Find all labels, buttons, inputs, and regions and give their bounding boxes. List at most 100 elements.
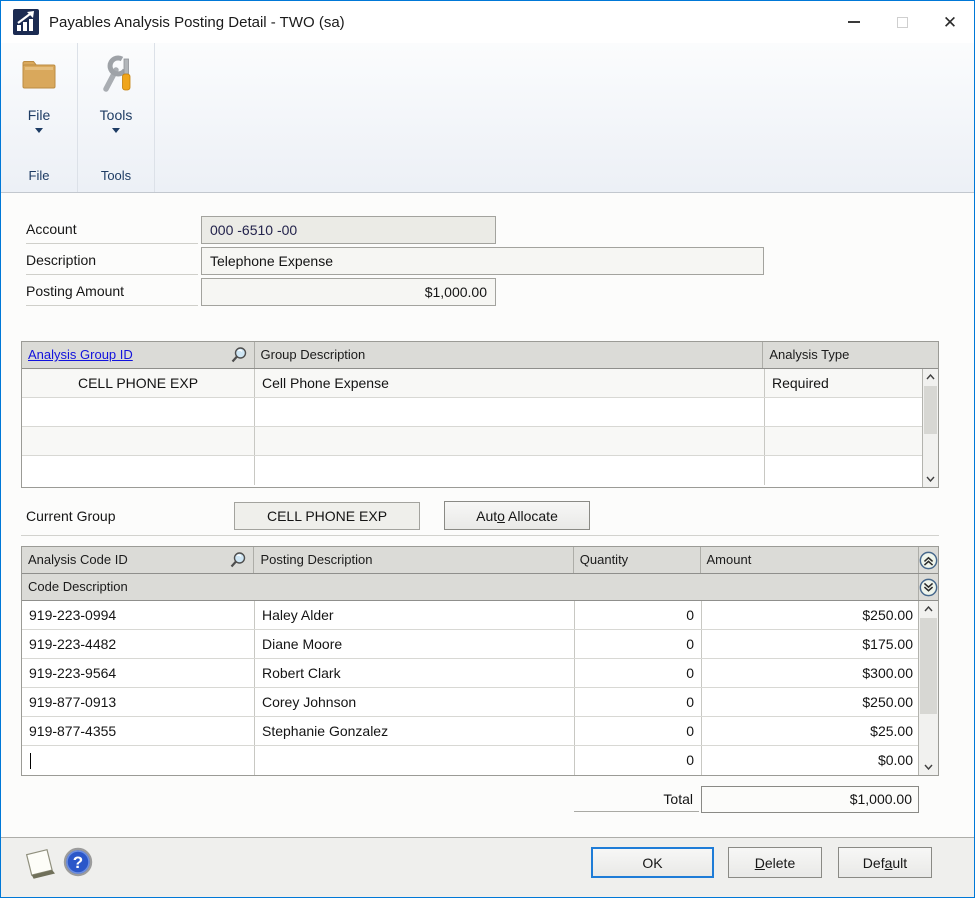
tools-menu-button[interactable]: Tools: [78, 43, 154, 162]
qty-cell[interactable]: 0: [575, 601, 702, 629]
table-row-empty[interactable]: [22, 398, 938, 427]
analysis-group-table: Analysis Group ID Group Description Anal…: [21, 341, 939, 488]
table-row[interactable]: CELL PHONE EXP Cell Phone Expense Requir…: [22, 369, 938, 398]
table-row[interactable]: 919-877-0913 Corey Johnson 0 $250.00: [22, 688, 938, 717]
amount-cell[interactable]: $25.00: [702, 717, 920, 745]
delete-button[interactable]: Delete: [728, 847, 822, 878]
table-row-empty[interactable]: [22, 456, 938, 485]
code-lookup-magnifier-icon[interactable]: [228, 551, 247, 570]
group-desc-cell[interactable]: Cell Phone Expense: [255, 369, 765, 397]
ok-button[interactable]: OK: [591, 847, 714, 878]
table-row[interactable]: 919-223-0994 Haley Alder 0 $250.00: [22, 601, 938, 630]
qty-cell[interactable]: 0: [575, 630, 702, 658]
file-button-label: File: [28, 107, 51, 123]
amount-cell[interactable]: $0.00: [702, 746, 920, 775]
amount-cell[interactable]: $300.00: [702, 659, 920, 687]
code-cell[interactable]: 919-223-9564: [22, 659, 255, 687]
analysis-type-header: Analysis Type: [763, 342, 922, 368]
code-table-scrollbar[interactable]: [918, 601, 938, 775]
file-menu-button[interactable]: File: [1, 43, 77, 162]
titlebar[interactable]: Payables Analysis Posting Detail - TWO (…: [1, 1, 974, 43]
scroll-down-icon[interactable]: [919, 759, 938, 775]
close-button[interactable]: ✕: [926, 1, 974, 43]
account-field[interactable]: 000 -6510 -00: [201, 216, 496, 244]
tools-group-label: Tools: [78, 162, 154, 192]
expand-rows-button[interactable]: [918, 574, 938, 600]
scrollbar-thumb[interactable]: [920, 618, 937, 714]
description-field[interactable]: Telephone Expense: [201, 247, 764, 275]
code-table-subheader: Code Description: [22, 574, 938, 601]
minimize-icon: [848, 21, 860, 23]
qty-cell[interactable]: 0: [575, 659, 702, 687]
collapse-rows-button[interactable]: [918, 547, 938, 573]
maximize-button[interactable]: [878, 1, 926, 43]
help-question-icon[interactable]: ?: [63, 847, 93, 877]
table-row-empty[interactable]: [22, 427, 938, 456]
current-group-field[interactable]: CELL PHONE EXP: [234, 502, 420, 530]
posting-amount-field[interactable]: $1,000.00: [201, 278, 496, 306]
double-chevron-down-icon: [919, 578, 938, 597]
total-amount: $1,000.00: [701, 786, 919, 813]
account-label: Account: [26, 215, 198, 244]
group-table-scrollbar[interactable]: [922, 369, 938, 487]
desc-cell[interactable]: Corey Johnson: [255, 688, 575, 716]
group-description-header: Group Description: [255, 342, 764, 368]
scroll-up-icon[interactable]: [919, 601, 938, 617]
close-icon: ✕: [943, 14, 957, 31]
table-row[interactable]: 919-877-4355 Stephanie Gonzalez 0 $25.00: [22, 717, 938, 746]
desc-cell[interactable]: Robert Clark: [255, 659, 575, 687]
amount-cell[interactable]: $175.00: [702, 630, 920, 658]
svg-text:?: ?: [73, 853, 83, 872]
double-chevron-up-icon: [919, 551, 938, 570]
desc-cell[interactable]: Stephanie Gonzalez: [255, 717, 575, 745]
tools-dropdown-caret-icon: [112, 128, 120, 133]
scrollbar-thumb[interactable]: [924, 386, 937, 434]
file-group-label: File: [1, 162, 77, 192]
analysis-code-id-header: Analysis Code ID: [22, 547, 254, 573]
section-divider: [21, 535, 939, 536]
desc-cell[interactable]: Haley Alder: [255, 601, 575, 629]
total-label: Total: [574, 787, 699, 812]
auto-allocate-button[interactable]: Auto Allocate: [444, 501, 590, 530]
qty-cell[interactable]: 0: [575, 746, 702, 775]
code-cell[interactable]: 919-223-4482: [22, 630, 255, 658]
app-bar-chart-icon: [13, 9, 39, 35]
analysis-code-table: Analysis Code ID Posting Description Qua…: [21, 546, 939, 776]
description-label: Description: [26, 246, 198, 275]
payables-analysis-window: Payables Analysis Posting Detail - TWO (…: [0, 0, 975, 898]
note-notepad-icon[interactable]: [21, 846, 57, 880]
code-cell[interactable]: 919-223-0994: [22, 601, 255, 629]
group-id-cell[interactable]: CELL PHONE EXP: [22, 369, 255, 397]
default-button[interactable]: Default: [838, 847, 932, 878]
quantity-header: Quantity: [574, 547, 701, 573]
qty-cell[interactable]: 0: [575, 717, 702, 745]
minimize-button[interactable]: [830, 1, 878, 43]
table-row[interactable]: 919-223-9564 Robert Clark 0 $300.00: [22, 659, 938, 688]
desc-cell[interactable]: Diane Moore: [255, 630, 575, 658]
desc-cell[interactable]: [255, 746, 575, 775]
amount-header: Amount: [701, 547, 919, 573]
scroll-up-icon[interactable]: [923, 369, 938, 385]
code-cell-active[interactable]: [22, 746, 255, 775]
posting-amount-label: Posting Amount: [26, 277, 198, 306]
group-lookup-magnifier-icon[interactable]: [229, 346, 248, 365]
analysis-group-id-header: Analysis Group ID: [22, 342, 255, 368]
scroll-down-icon[interactable]: [923, 471, 938, 487]
ribbon-group-file: File File: [1, 43, 78, 192]
table-row[interactable]: 919-223-4482 Diane Moore 0 $175.00: [22, 630, 938, 659]
tools-button-label: Tools: [100, 107, 133, 123]
amount-cell[interactable]: $250.00: [702, 688, 920, 716]
ribbon-group-tools: Tools Tools: [78, 43, 155, 192]
code-description-header: Code Description: [22, 574, 918, 600]
amount-cell[interactable]: $250.00: [702, 601, 920, 629]
posting-description-header: Posting Description: [254, 547, 573, 573]
wrench-screwdriver-icon: [96, 55, 136, 95]
analysis-type-cell[interactable]: Required: [765, 369, 924, 397]
qty-cell[interactable]: 0: [575, 688, 702, 716]
code-cell[interactable]: 919-877-4355: [22, 717, 255, 745]
analysis-group-id-link[interactable]: Analysis Group ID: [28, 342, 133, 368]
table-row-entry[interactable]: 0 $0.00: [22, 746, 938, 775]
window-title: Payables Analysis Posting Detail - TWO (…: [49, 14, 345, 31]
text-cursor: [30, 753, 31, 769]
code-cell[interactable]: 919-877-0913: [22, 688, 255, 716]
